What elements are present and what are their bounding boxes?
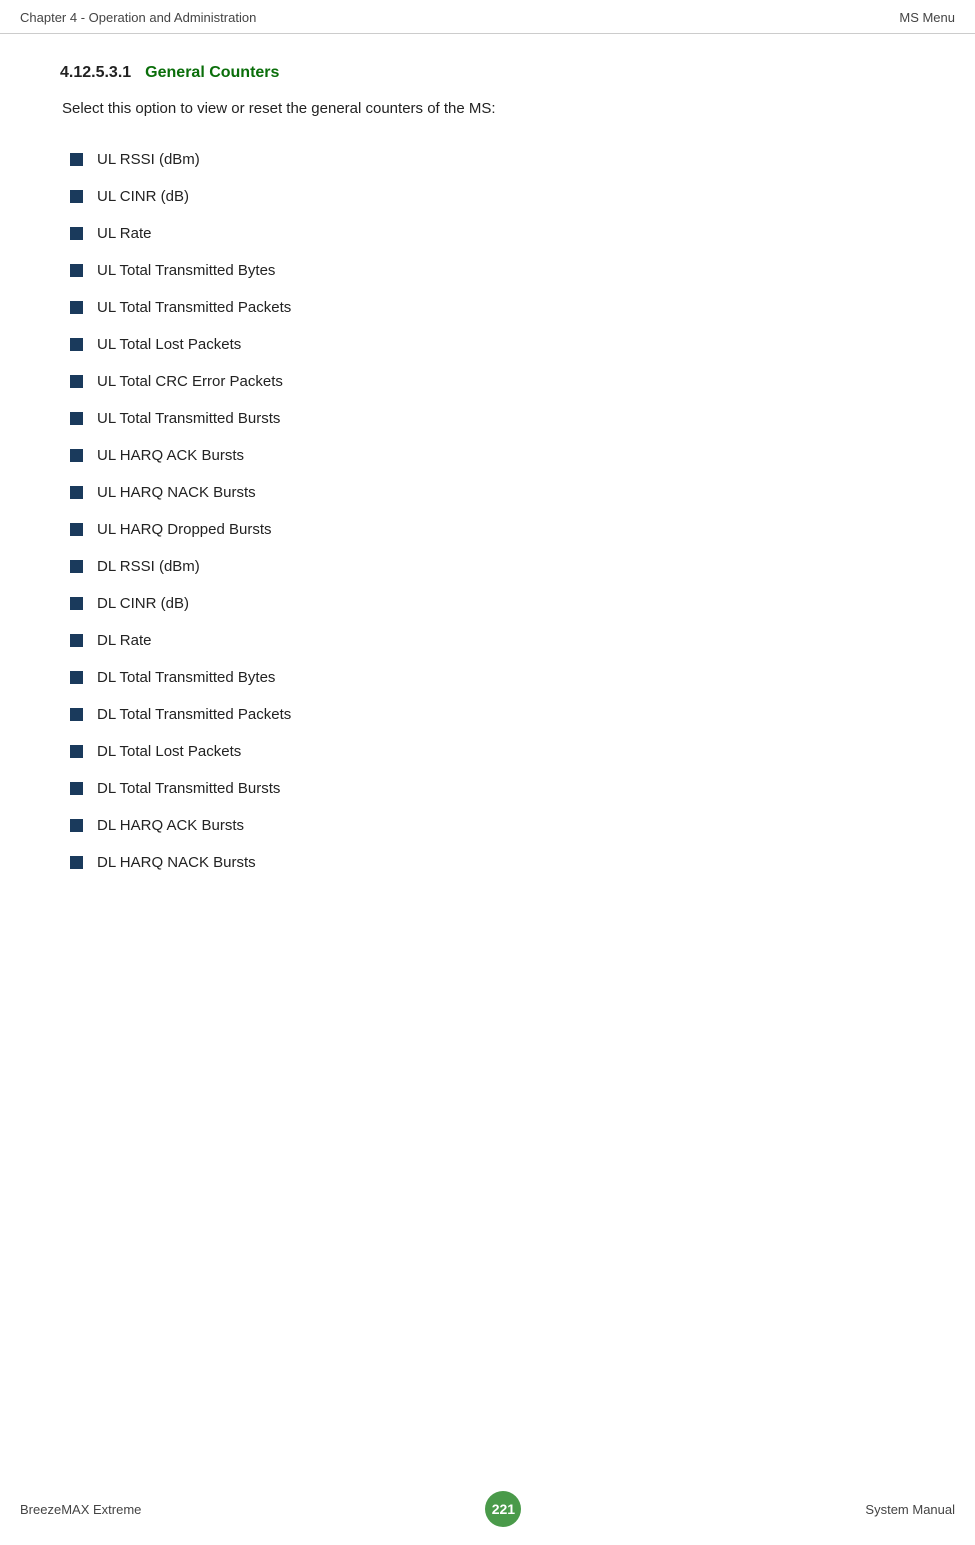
section-title: General Counters: [145, 64, 279, 82]
list-item-label: UL Total Transmitted Bytes: [97, 262, 275, 279]
header-right: MS Menu: [899, 10, 955, 25]
list-item-label: DL HARQ ACK Bursts: [97, 817, 244, 834]
list-item-label: UL HARQ Dropped Bursts: [97, 521, 272, 538]
bullet-square-icon: [70, 338, 83, 351]
bullet-square-icon: [70, 856, 83, 869]
list-item: UL Total Transmitted Bursts: [60, 400, 915, 437]
list-item: DL Total Transmitted Bytes: [60, 659, 915, 696]
list-item-label: DL RSSI (dBm): [97, 558, 200, 575]
list-item: DL CINR (dB): [60, 585, 915, 622]
bullet-square-icon: [70, 190, 83, 203]
bullet-square-icon: [70, 264, 83, 277]
bullet-square-icon: [70, 819, 83, 832]
bullet-square-icon: [70, 301, 83, 314]
page-header: Chapter 4 - Operation and Administration…: [0, 0, 975, 34]
section-number: 4.12.5.3.1: [60, 64, 131, 82]
bullet-square-icon: [70, 782, 83, 795]
bullet-square-icon: [70, 560, 83, 573]
list-item-label: DL CINR (dB): [97, 595, 189, 612]
list-item: DL RSSI (dBm): [60, 548, 915, 585]
main-content: 4.12.5.3.1 General Counters Select this …: [0, 34, 975, 961]
page-number: 221: [492, 1501, 515, 1517]
bullet-square-icon: [70, 227, 83, 240]
list-item: UL HARQ Dropped Bursts: [60, 511, 915, 548]
list-item-label: DL Total Transmitted Bytes: [97, 669, 275, 686]
list-item: DL Total Transmitted Bursts: [60, 770, 915, 807]
list-item-label: UL Rate: [97, 225, 151, 242]
list-item: DL Total Transmitted Packets: [60, 696, 915, 733]
page-footer: BreezeMAX Extreme 221 System Manual: [0, 1491, 975, 1527]
bullet-square-icon: [70, 449, 83, 462]
list-item-label: UL CINR (dB): [97, 188, 189, 205]
list-item: UL HARQ ACK Bursts: [60, 437, 915, 474]
list-item: DL Total Lost Packets: [60, 733, 915, 770]
list-item-label: DL Total Transmitted Bursts: [97, 780, 280, 797]
section-heading: 4.12.5.3.1 General Counters: [60, 64, 915, 82]
list-item-label: UL HARQ ACK Bursts: [97, 447, 244, 464]
list-item-label: DL HARQ NACK Bursts: [97, 854, 256, 871]
bullet-square-icon: [70, 412, 83, 425]
bullet-square-icon: [70, 375, 83, 388]
bullet-square-icon: [70, 634, 83, 647]
list-item: UL Total CRC Error Packets: [60, 363, 915, 400]
list-item-label: UL Total CRC Error Packets: [97, 373, 283, 390]
bullet-list: UL RSSI (dBm) UL CINR (dB) UL Rate UL Total…: [60, 141, 915, 881]
bullet-square-icon: [70, 523, 83, 536]
list-item: DL HARQ ACK Bursts: [60, 807, 915, 844]
bullet-square-icon: [70, 597, 83, 610]
list-item: UL CINR (dB): [60, 178, 915, 215]
header-left: Chapter 4 - Operation and Administration: [20, 10, 256, 25]
bullet-square-icon: [70, 671, 83, 684]
bullet-square-icon: [70, 153, 83, 166]
list-item-label: UL Total Transmitted Packets: [97, 299, 291, 316]
list-item: UL Total Lost Packets: [60, 326, 915, 363]
list-item-label: UL Total Lost Packets: [97, 336, 241, 353]
list-item-label: UL RSSI (dBm): [97, 151, 200, 168]
bullet-square-icon: [70, 708, 83, 721]
list-item-label: DL Rate: [97, 632, 151, 649]
bullet-square-icon: [70, 486, 83, 499]
list-item-label: DL Total Transmitted Packets: [97, 706, 291, 723]
list-item-label: UL HARQ NACK Bursts: [97, 484, 256, 501]
list-item: UL Total Transmitted Packets: [60, 289, 915, 326]
section-intro: Select this option to view or reset the …: [62, 100, 915, 117]
list-item-label: DL Total Lost Packets: [97, 743, 241, 760]
footer-left: BreezeMAX Extreme: [20, 1502, 141, 1517]
list-item: UL HARQ NACK Bursts: [60, 474, 915, 511]
list-item: DL Rate: [60, 622, 915, 659]
list-item: DL HARQ NACK Bursts: [60, 844, 915, 881]
list-item-label: UL Total Transmitted Bursts: [97, 410, 280, 427]
page-number-badge: 221: [485, 1491, 521, 1527]
list-item: UL Rate: [60, 215, 915, 252]
bullet-square-icon: [70, 745, 83, 758]
footer-right: System Manual: [865, 1502, 955, 1517]
list-item: UL Total Transmitted Bytes: [60, 252, 915, 289]
list-item: UL RSSI (dBm): [60, 141, 915, 178]
